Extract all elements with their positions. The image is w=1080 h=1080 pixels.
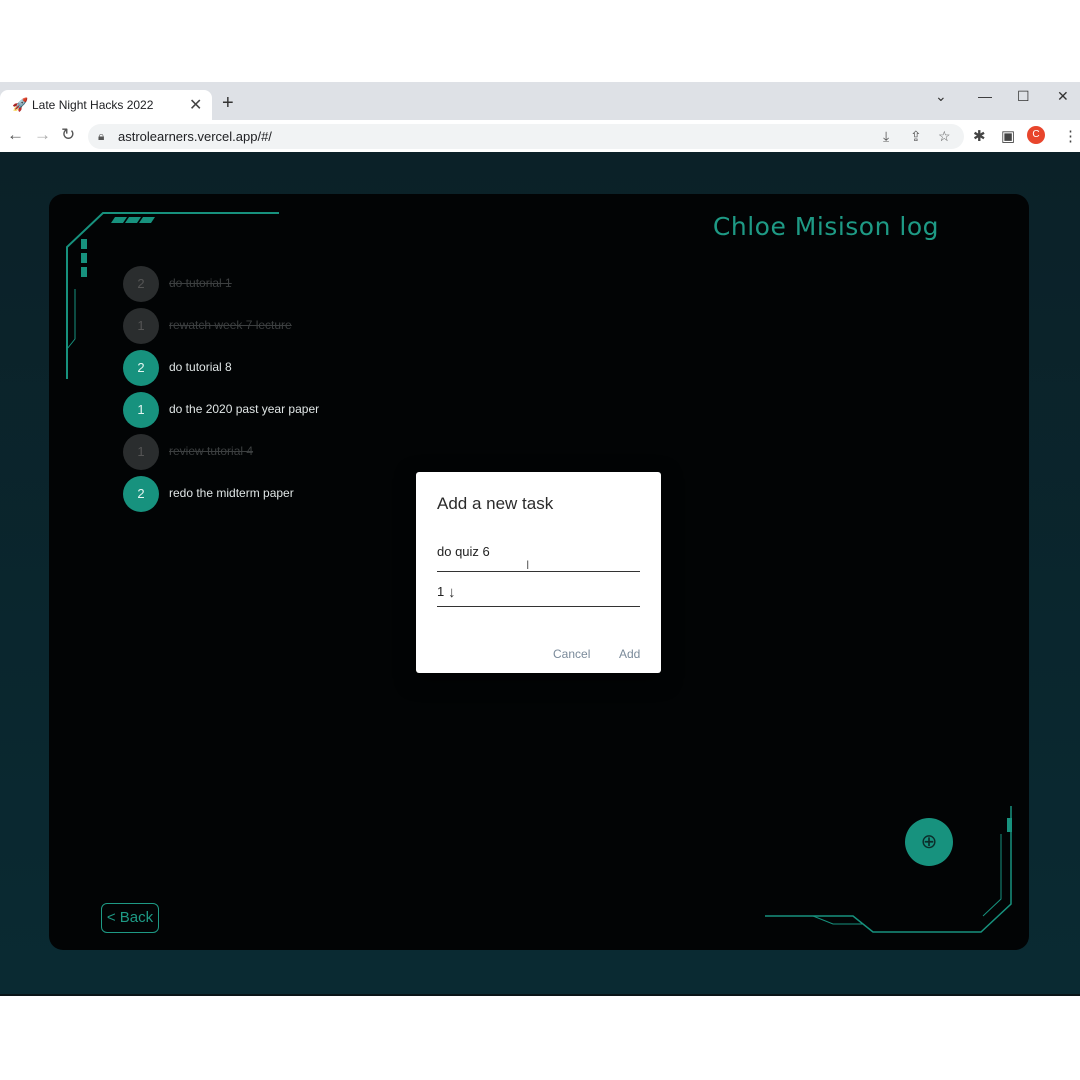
priority-badge: 1 — [123, 392, 159, 428]
task-label: do the 2020 past year paper — [169, 402, 320, 416]
priority-badge: 2 — [123, 266, 159, 302]
list-item[interactable]: 2 do tutorial 1 — [123, 264, 423, 306]
tab-search-icon[interactable]: ⌄ — [935, 88, 947, 105]
tab-title: Late Night Hacks 2022 — [32, 98, 154, 112]
install-icon[interactable]: ⤓ — [883, 128, 889, 145]
list-item[interactable]: 2 do tutorial 8 — [123, 348, 423, 390]
task-label: review tutorial 4 — [169, 444, 254, 458]
tab-favicon-icon: 🚀 — [12, 97, 29, 112]
arrow-down-icon: ↓ — [448, 584, 456, 601]
list-item[interactable]: 2 redo the midterm paper — [123, 474, 423, 516]
priority-badge: 1 — [123, 434, 159, 470]
side-panel-icon[interactable]: ▣ — [1001, 127, 1015, 145]
priority-select[interactable]: 1 ↓ — [437, 583, 640, 607]
maximize-button[interactable]: ☐ — [1017, 88, 1030, 105]
task-name-value: do quiz 6 — [437, 544, 490, 559]
minimize-button[interactable]: — — [978, 88, 992, 104]
address-bar[interactable]: 🔒︎ astrolearners.vercel.app/#/ ⤓ ⇪ ☆ — [88, 124, 964, 149]
reload-icon[interactable]: ↻ — [61, 126, 75, 144]
lock-icon[interactable]: 🔒︎ — [98, 129, 104, 144]
list-item[interactable]: 1 do the 2020 past year paper — [123, 390, 423, 432]
menu-kebab-icon[interactable]: ⋮ — [1063, 127, 1078, 145]
task-label: redo the midterm paper — [169, 486, 294, 500]
browser-toolbar: ← → ↻ 🔒︎ astrolearners.vercel.app/#/ ⤓ ⇪… — [0, 120, 1080, 153]
page-title: Chloe Misison log — [712, 212, 939, 241]
task-list: 2 do tutorial 1 1 rewatch week 7 lecture… — [123, 264, 423, 516]
priority-value: 1 — [437, 584, 445, 599]
priority-badge: 1 — [123, 308, 159, 344]
url-text: astrolearners.vercel.app/#/ — [118, 129, 272, 144]
browser-tab[interactable]: 🚀 Late Night Hacks 2022 ✕ — [0, 90, 212, 120]
list-item[interactable]: 1 rewatch week 7 lecture — [123, 306, 423, 348]
hud-corner-decoration-bottom — [765, 806, 1012, 933]
task-name-field[interactable]: do quiz 6 I — [437, 540, 640, 572]
close-window-button[interactable]: ✕ — [1057, 88, 1069, 105]
add-task-icon: ⊕ — [920, 831, 938, 853]
add-task-dialog: Add a new task do quiz 6 I 1 ↓ Cancel Ad… — [416, 472, 661, 673]
task-label: do tutorial 1 — [169, 276, 232, 290]
forward-arrow-icon[interactable]: → — [34, 126, 51, 144]
priority-badge: 2 — [123, 350, 159, 386]
back-button[interactable]: < Back — [101, 903, 159, 933]
priority-badge: 2 — [123, 476, 159, 512]
add-button[interactable]: Add — [619, 647, 640, 661]
new-tab-button[interactable]: + — [222, 93, 234, 113]
bookmark-star-icon[interactable]: ☆ — [938, 128, 951, 145]
task-label: do tutorial 8 — [169, 360, 232, 374]
tab-close-icon[interactable]: ✕ — [189, 95, 202, 115]
back-arrow-icon[interactable]: ← — [7, 126, 24, 144]
text-cursor-icon: I — [526, 558, 530, 572]
extensions-icon[interactable]: ✱ — [973, 127, 986, 145]
tab-strip: 🚀 Late Night Hacks 2022 ✕ + ⌄ — ☐ ✕ — [0, 82, 1080, 120]
add-task-button[interactable]: ⊕ — [905, 818, 953, 866]
share-icon[interactable]: ⇪ — [910, 128, 922, 145]
list-item[interactable]: 1 review tutorial 4 — [123, 432, 423, 474]
task-label: rewatch week 7 lecture — [169, 318, 292, 332]
dialog-title: Add a new task — [437, 494, 554, 513]
profile-avatar[interactable]: C — [1027, 126, 1045, 144]
cancel-button[interactable]: Cancel — [553, 647, 590, 661]
